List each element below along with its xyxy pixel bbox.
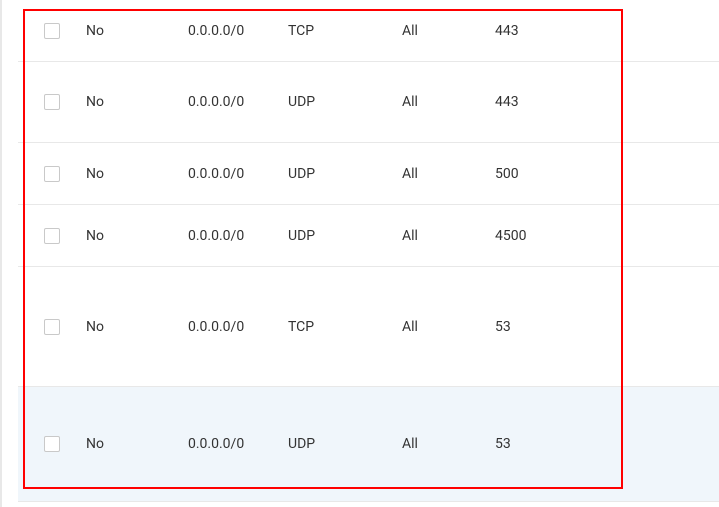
table-row[interactable]: No 0.0.0.0/0 TCP All 443 [18,0,719,62]
row-checkbox[interactable] [44,319,60,335]
cell-source: 0.0.0.0/0 [180,17,280,45]
cell-src-port: All [394,160,487,188]
table-row[interactable]: No 0.0.0.0/0 UDP All 443 [18,62,719,143]
table-row[interactable]: No 0.0.0.0/0 UDP All 4500 [18,205,719,267]
cell-protocol: TCP [280,17,394,45]
table-row[interactable]: No 0.0.0.0/0 UDP All 500 [18,143,719,205]
cell-source: 0.0.0.0/0 [180,430,280,458]
cell-protocol: UDP [280,160,394,188]
cell-stateless: No [78,160,180,188]
cell-stateless: No [78,222,180,250]
row-checkbox[interactable] [44,436,60,452]
cell-dst-port: 443 [487,88,577,116]
cell-src-port: All [394,313,487,341]
cell-stateless: No [78,430,180,458]
table-row[interactable]: No 0.0.0.0/0 TCP All 53 [18,267,719,387]
cell-stateless: No [78,88,180,116]
cell-src-port: All [394,17,487,45]
row-checkbox[interactable] [44,94,60,110]
row-checkbox-cell [18,17,78,45]
cell-stateless: No [78,313,180,341]
row-checkbox-cell [18,313,78,341]
cell-stateless: No [78,17,180,45]
cell-dst-port: 53 [487,430,577,458]
cell-protocol: UDP [280,222,394,250]
rules-table: No 0.0.0.0/0 TCP All 443 No 0.0.0.0/0 UD… [18,0,719,502]
cell-src-port: All [394,222,487,250]
row-checkbox-cell [18,430,78,458]
cell-dst-port: 53 [487,313,577,341]
cell-dst-port: 4500 [487,222,577,250]
row-checkbox[interactable] [44,23,60,39]
cell-protocol: UDP [280,88,394,116]
cell-protocol: UDP [280,430,394,458]
left-border-decoration [0,0,2,507]
row-checkbox-cell [18,222,78,250]
cell-dst-port: 443 [487,17,577,45]
row-checkbox[interactable] [44,166,60,182]
cell-source: 0.0.0.0/0 [180,160,280,188]
cell-protocol: TCP [280,313,394,341]
cell-source: 0.0.0.0/0 [180,313,280,341]
row-checkbox-cell [18,88,78,116]
cell-source: 0.0.0.0/0 [180,88,280,116]
row-checkbox[interactable] [44,228,60,244]
cell-src-port: All [394,88,487,116]
cell-dst-port: 500 [487,160,577,188]
cell-src-port: All [394,430,487,458]
cell-source: 0.0.0.0/0 [180,222,280,250]
row-checkbox-cell [18,160,78,188]
table-row[interactable]: No 0.0.0.0/0 UDP All 53 [18,387,719,502]
